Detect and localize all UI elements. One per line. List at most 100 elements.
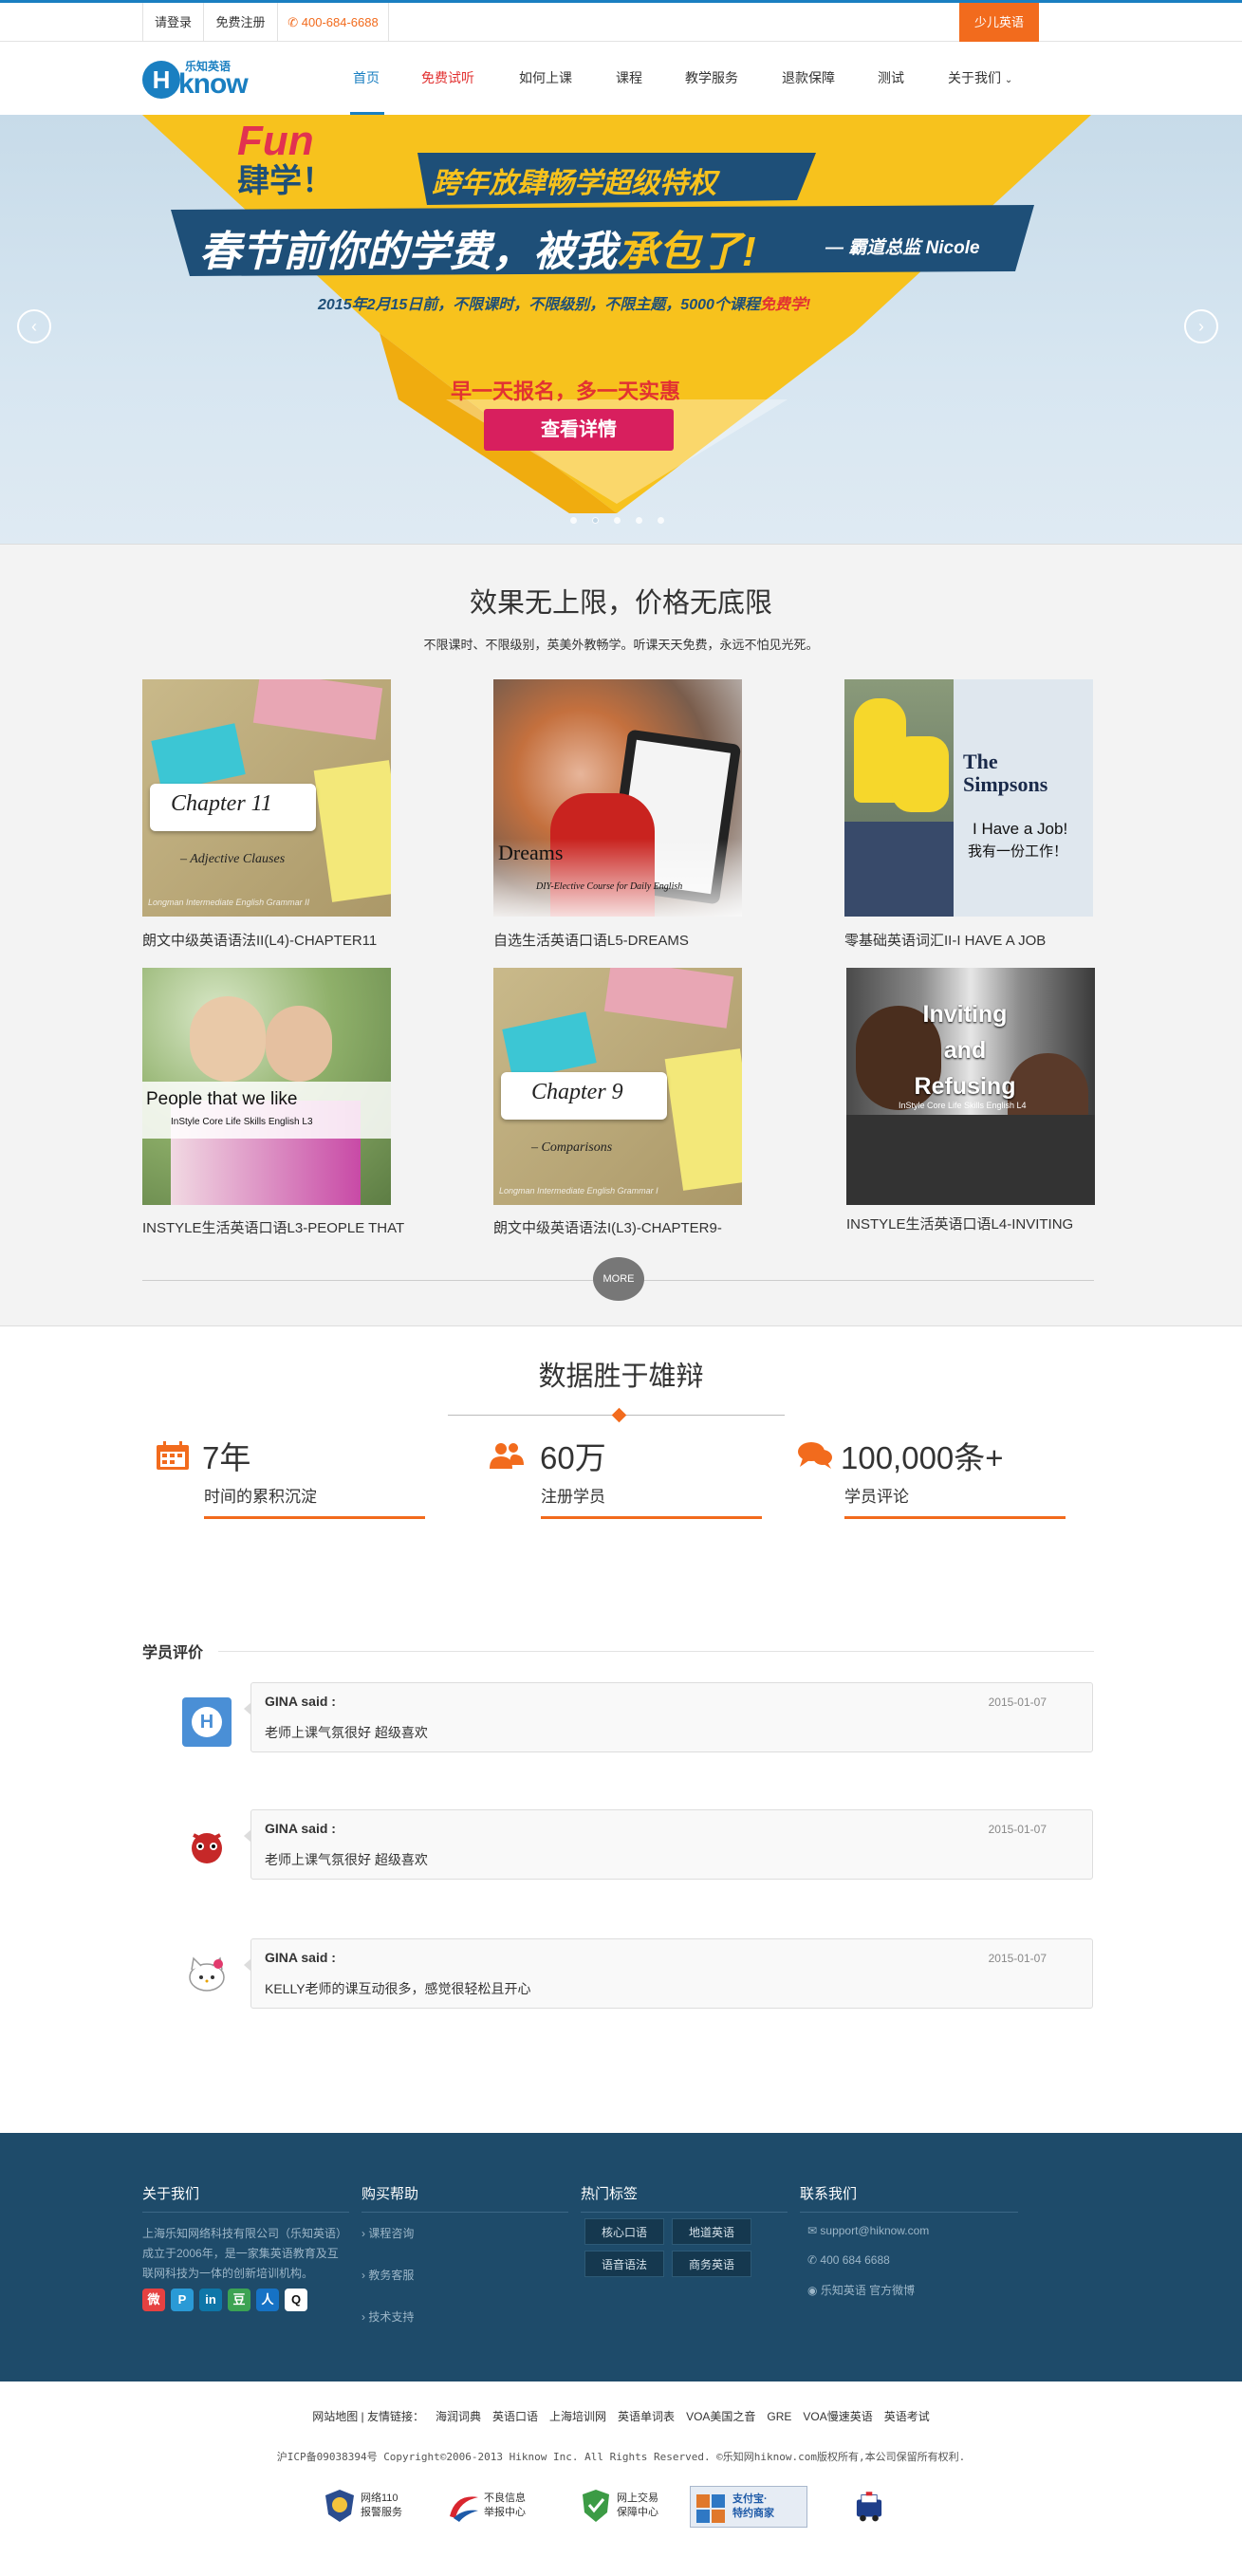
course-caption[interactable]: 零基础英语词汇II-I HAVE A JOB	[844, 930, 1129, 950]
users-icon	[490, 1443, 524, 1469]
banner-dot[interactable]	[570, 517, 577, 524]
course-caption[interactable]: 自选生活英语口语L5-DREAMS	[493, 930, 778, 950]
more-button[interactable]: MORE	[593, 1257, 644, 1301]
footer-about: 关于我们 上海乐知网络科技有限公司（乐知英语）成立于2006年，是一家集英语教育…	[142, 2183, 349, 2284]
badge-alipay[interactable]: 支付宝· 特约商家	[690, 2486, 807, 2528]
course-img-title: Chapter 11	[171, 791, 272, 816]
friend-link[interactable]: 上海培训网	[549, 2410, 606, 2423]
footer-tag[interactable]: 语音语法	[584, 2251, 664, 2277]
course-card[interactable]: Chapter 11 – Adjective Clauses Longman I…	[142, 679, 391, 949]
badge-line1: 网络110	[361, 2493, 399, 2504]
course-image[interactable]: Chapter 9 – Comparisons Longman Intermed…	[493, 968, 742, 1205]
course-caption[interactable]: 朗文中级英语语法I(L3)-CHAPTER9-	[493, 1217, 778, 1237]
avatar-cartoon-icon	[192, 1833, 222, 1863]
banner-dot-active[interactable]	[592, 517, 599, 524]
qq-icon[interactable]: Q	[285, 2289, 307, 2311]
weibo-icon[interactable]: 微	[142, 2289, 165, 2311]
hero-banner[interactable]: Fun 肆学！ 跨年放肆畅学超级特权 春节前你的学费，被我承包了! — 霸道总监…	[0, 115, 1242, 544]
banner-dot[interactable]	[614, 517, 621, 524]
course-image[interactable]: Chapter 11 – Adjective Clauses Longman I…	[142, 679, 391, 917]
review-text: 老师上课气氛很好 超级喜欢	[265, 1852, 428, 1867]
courses-subtitle: 不限课时、不限级别，英美外教畅学。听课天天免费，永远不怕见光死。	[423, 638, 819, 652]
course-caption[interactable]: INSTYLE生活英语口语L3-PEOPLE THAT	[142, 1217, 427, 1237]
report-badge-icon	[450, 2496, 478, 2522]
review-name: GINA said :	[265, 1821, 336, 1836]
course-img-sub: I Have a Job!	[973, 820, 1068, 838]
weibo-small-icon: ◉	[807, 2284, 821, 2297]
badge-line2: 保障中心	[617, 2507, 658, 2518]
nav-courses[interactable]: 课程	[616, 68, 642, 87]
banner-prev-arrow-icon[interactable]: ‹	[17, 309, 51, 343]
nav-test[interactable]: 测试	[878, 68, 904, 87]
review-item: GINA said : 2015-01-07 老师上课气氛很好 超级喜欢	[244, 1682, 1093, 1752]
course-image[interactable]: People that we like InStyle Core Life Sk…	[142, 968, 391, 1205]
course-img-sub: – Adjective Clauses	[180, 852, 286, 866]
course-card[interactable]: Chapter 9 – Comparisons Longman Intermed…	[493, 968, 742, 1236]
phone-number: ✆ 400-684-6688	[277, 3, 389, 42]
nav-refund[interactable]: 退款保障	[782, 68, 835, 87]
course-card[interactable]: People that we like InStyle Core Life Sk…	[142, 968, 404, 1236]
girl1-face-decor	[190, 996, 266, 1082]
course-image[interactable]: The Simpsons I Have a Job! 我有一份工作！	[844, 679, 1093, 917]
course-card[interactable]: Dreams DIY-Elective Course for Daily Eng…	[493, 679, 742, 949]
friend-link[interactable]: GRE	[767, 2410, 791, 2423]
course-img-foot: Longman Intermediate English Grammar II	[148, 898, 310, 907]
kids-english-button[interactable]: 少儿英语	[959, 3, 1039, 42]
footer-help: 购买帮助 › 课程咨询 › 教务客服 › 技术支持	[361, 2183, 568, 2373]
course-caption[interactable]: 朗文中级英语语法II(L4)-CHAPTER11	[142, 930, 427, 950]
nav-home[interactable]: 首页	[353, 68, 380, 87]
phone-icon: ✆	[807, 2253, 821, 2267]
course-card[interactable]: The Simpsons I Have a Job! 我有一份工作！ 零基础英语…	[844, 679, 1093, 949]
banner-headline-part2: 承包了!	[617, 229, 756, 275]
review-text: 老师上课气氛很好 超级喜欢	[265, 1725, 428, 1740]
footer-email[interactable]: ✉ support@hiknow.com	[807, 2224, 929, 2237]
friend-link[interactable]: 英语单词表	[618, 2410, 675, 2423]
linkedin-icon[interactable]: in	[199, 2289, 222, 2311]
stat-label: 注册学员	[541, 1488, 605, 1506]
renren-icon[interactable]: 人	[256, 2289, 279, 2311]
p-icon[interactable]: P	[171, 2289, 194, 2311]
nav-how-to-class[interactable]: 如何上课	[519, 68, 572, 87]
girl2-face-decor	[266, 1006, 332, 1082]
login-link[interactable]: 请登录	[142, 3, 203, 42]
badge-line2: 举报中心	[484, 2507, 526, 2518]
courses-title: 效果无上限，价格无底限	[469, 588, 772, 619]
course-image[interactable]: Dreams DIY-Elective Course for Daily Eng…	[493, 679, 742, 917]
stat-number: 60万	[540, 1440, 606, 1475]
friend-link[interactable]: 英语口语	[492, 2410, 538, 2423]
avatar	[182, 1822, 232, 1871]
footer-tag[interactable]: 地道英语	[672, 2218, 751, 2245]
logo[interactable]: H 乐知英语 know	[142, 55, 266, 102]
banner-dot[interactable]	[636, 517, 642, 524]
douban-icon[interactable]: 豆	[228, 2289, 250, 2311]
footer-help-link[interactable]: › 课程咨询	[361, 2225, 414, 2241]
footer-weibo[interactable]: ◉ 乐知英语 官方微博	[807, 2282, 915, 2298]
review-item: GINA said : 2015-01-07 老师上课气氛很好 超级喜欢	[244, 1809, 1093, 1880]
nav-free-trial[interactable]: 免费试听	[421, 68, 474, 87]
course-card[interactable]: Inviting and Refusing InStyle Core Life …	[846, 968, 1095, 1232]
nav-teaching-service[interactable]: 教学服务	[685, 68, 738, 87]
stat-underline	[541, 1516, 762, 1519]
footer-tag[interactable]: 核心口语	[584, 2218, 664, 2245]
nav-about-us[interactable]: 关于我们 ⌄	[948, 68, 1012, 87]
friend-link[interactable]: VOA美国之音	[686, 2410, 755, 2423]
footer-help-link[interactable]: › 技术支持	[361, 2308, 414, 2325]
register-link[interactable]: 免费注册	[203, 3, 277, 42]
footer-help-link[interactable]: › 教务客服	[361, 2267, 414, 2283]
footer-email-text: support@hiknow.com	[820, 2224, 930, 2237]
banner-cta-button[interactable]: 查看详情	[484, 409, 674, 451]
footer-tag[interactable]: 商务英语	[672, 2251, 751, 2277]
friend-link[interactable]: VOA慢速英语	[803, 2410, 872, 2423]
banner-dot[interactable]	[658, 517, 664, 524]
course-image[interactable]: Inviting and Refusing InStyle Core Life …	[846, 968, 1095, 1205]
banner-headline: 春节前你的学费，被我承包了!	[199, 217, 756, 278]
phone-text: 400-684-6688	[301, 15, 379, 29]
friend-link[interactable]: 英语考试	[884, 2410, 930, 2423]
banner-next-arrow-icon[interactable]: ›	[1184, 309, 1218, 343]
badge-police-car[interactable]	[852, 2486, 899, 2528]
banner-promo: 早一天报名，多一天实惠	[451, 380, 681, 403]
banner-dateline-free: 免费学!	[759, 297, 811, 313]
course-caption[interactable]: INSTYLE生活英语口语L4-INVITING	[846, 1214, 1131, 1233]
friend-link[interactable]: 海润词典	[436, 2410, 481, 2423]
footer-phone-text: 400 684 6688	[820, 2253, 890, 2267]
